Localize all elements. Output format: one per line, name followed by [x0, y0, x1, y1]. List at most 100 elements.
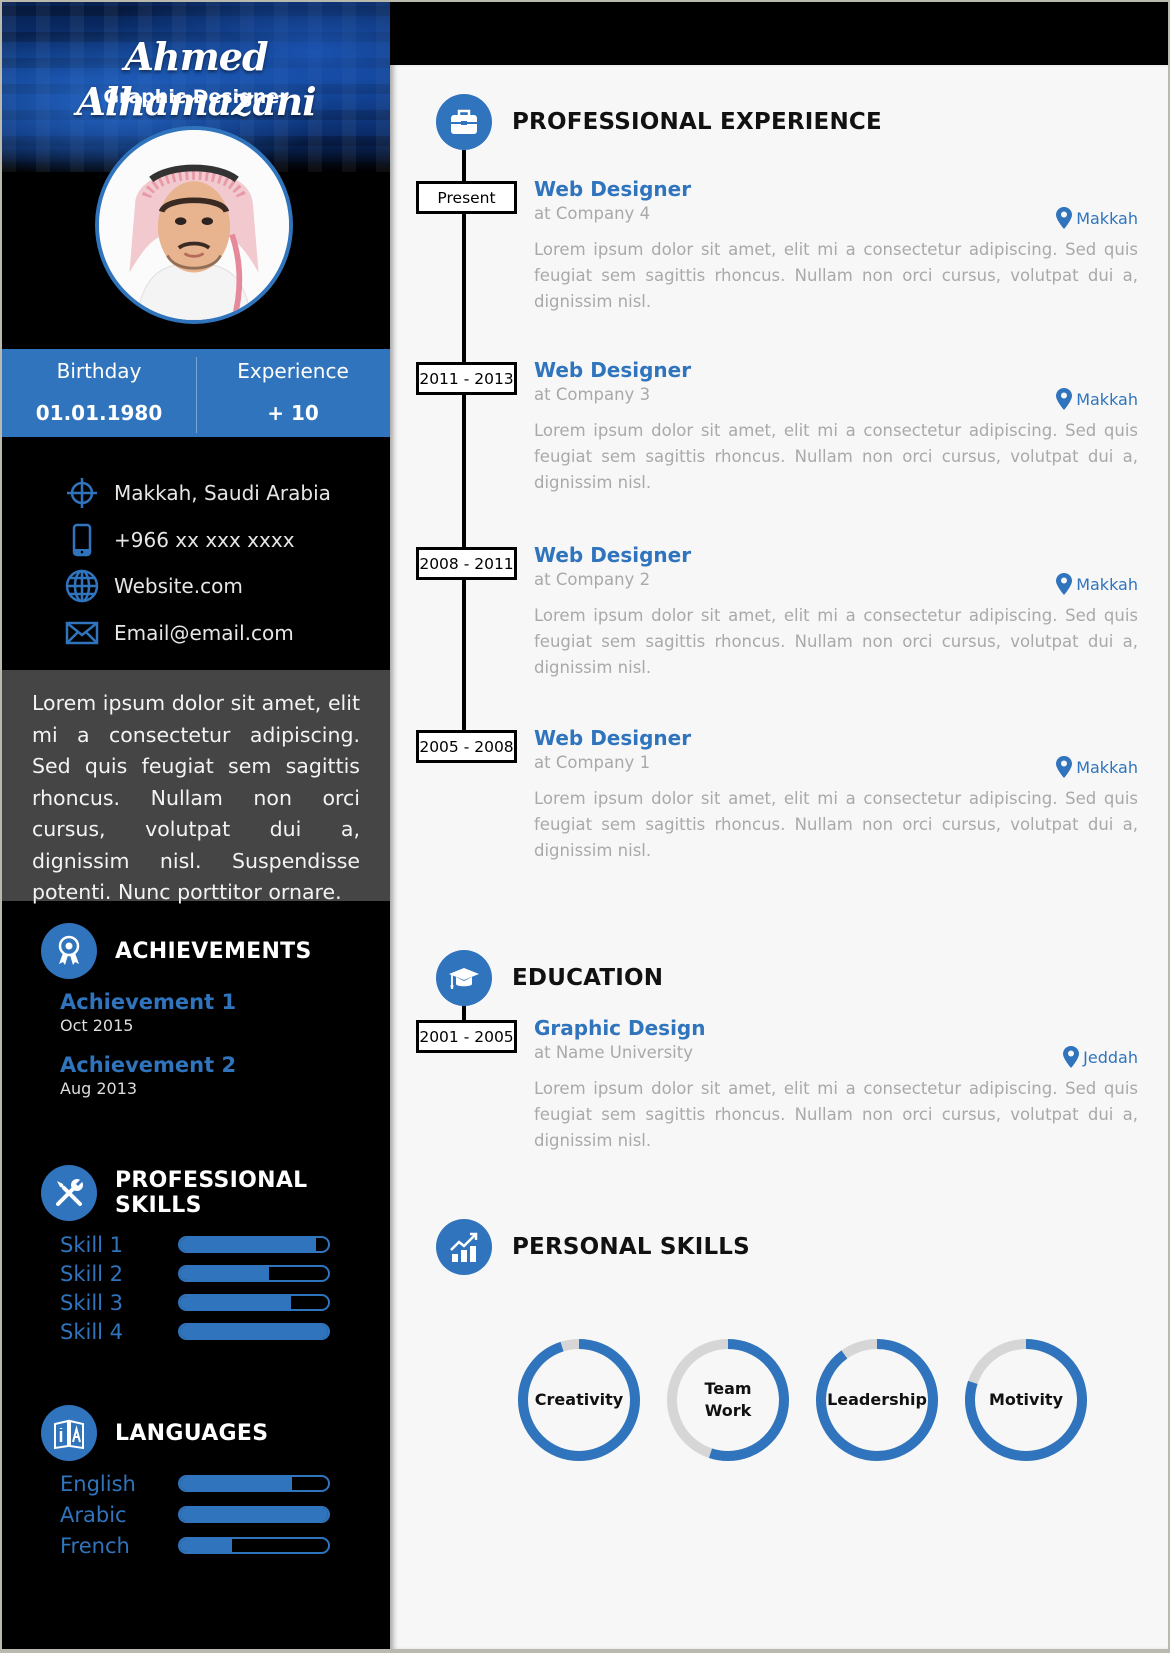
experience-timeline-line: [462, 150, 466, 750]
achievement-item: Achievement 2 Aug 2013: [60, 1053, 236, 1098]
entry-description: Lorem ipsum dolor sit amet, elit mi a co…: [534, 1079, 1138, 1150]
award-ribbon-icon: [41, 923, 97, 979]
map-pin-icon: [1056, 573, 1073, 595]
contact-email[interactable]: Email@email.com: [62, 610, 382, 657]
sidebar: Ahmed Alhamazani Graphic Designer Birthd…: [2, 2, 390, 1649]
translate-book-icon: [41, 1405, 97, 1461]
skill-bar-fill: [180, 1238, 317, 1251]
language-row: French: [60, 1530, 330, 1561]
location-text: Makkah: [1076, 208, 1138, 228]
growth-chart-icon: [436, 1219, 492, 1275]
stat-value: 01.01.1980: [35, 401, 163, 425]
entry-description: Lorem ipsum dolor sit amet, elit mi a co…: [534, 240, 1138, 311]
location-text: Makkah: [1076, 389, 1138, 409]
entry-location: Makkah: [1056, 388, 1138, 410]
experience-entry: Web Designer at Company 3 Makkah Lorem i…: [534, 358, 1138, 496]
contact-location: Makkah, Saudi Arabia: [62, 470, 382, 517]
skill-label: Skill 4: [60, 1319, 124, 1344]
entry-location: Makkah: [1056, 756, 1138, 778]
stat-birthday: Birthday 01.01.1980: [2, 349, 196, 437]
contact-text[interactable]: Email@email.com: [114, 621, 294, 645]
skill-row: Skill 3: [60, 1288, 330, 1317]
section-title: PERSONAL SKILLS: [512, 1234, 750, 1260]
contact-text[interactable]: Website.com: [114, 574, 243, 598]
location-text: Makkah: [1076, 574, 1138, 594]
section-title: PROFESSIONAL SKILLS: [115, 1168, 308, 1218]
skill-bar: [178, 1323, 330, 1340]
entry-location: Jeddah: [1063, 1046, 1138, 1068]
experience-entry: Web Designer at Company 1 Makkah Lorem i…: [534, 726, 1138, 864]
experience-heading: PROFESSIONAL EXPERIENCE: [436, 94, 882, 150]
location-crosshair-icon: [62, 475, 102, 511]
period-badge: 2008 - 2011: [416, 547, 517, 580]
language-label: French: [60, 1533, 130, 1558]
period-badge: 2001 - 2005: [416, 1020, 517, 1053]
skill-row: Skill 1: [60, 1230, 330, 1259]
language-bar: [178, 1506, 330, 1523]
period-badge: Present: [416, 181, 517, 214]
skill-row: Skill 2: [60, 1259, 330, 1288]
map-pin-icon: [1056, 388, 1073, 410]
skill-bar: [178, 1265, 330, 1282]
experience-entry: Web Designer at Company 2 Makkah Lorem i…: [534, 543, 1138, 681]
stat-label: Birthday: [56, 359, 142, 383]
donut-label: Creativity: [534, 1390, 624, 1409]
entry-description: Lorem ipsum dolor sit amet, elit mi a co…: [534, 606, 1138, 677]
map-pin-icon: [1063, 1046, 1080, 1068]
entry-organization: at Company 4: [534, 204, 651, 223]
professional-skills-heading: PROFESSIONAL SKILLS: [41, 1165, 390, 1221]
contact-text: Makkah, Saudi Arabia: [114, 481, 331, 506]
location-text: Makkah: [1076, 757, 1138, 777]
donut-label: Motivity: [988, 1390, 1064, 1409]
personal-skill-list: Creativity Team Work Leadership Motivity: [514, 1335, 1110, 1465]
skill-donut: Leadership: [812, 1335, 942, 1465]
section-title: ACHIEVEMENTS: [115, 938, 312, 964]
language-label: English: [60, 1471, 136, 1496]
stat-label: Experience: [237, 359, 349, 383]
entry-role: Graphic Design: [534, 1016, 706, 1040]
skill-bar-fill: [180, 1267, 269, 1280]
entry-description: Lorem ipsum dolor sit amet, elit mi a co…: [534, 421, 1138, 492]
skill-label: Skill 3: [60, 1290, 124, 1315]
education-entry: Graphic Design at Name University Jeddah…: [534, 1016, 1138, 1154]
entry-organization: at Company 1: [534, 753, 651, 772]
contact-website[interactable]: Website.com: [62, 563, 382, 610]
map-pin-icon: [1056, 207, 1073, 229]
skill-donut: Creativity: [514, 1335, 644, 1465]
skill-bar: [178, 1236, 330, 1253]
skill-row: Skill 4: [60, 1317, 330, 1346]
contact-phone: +966 xx xxx xxxx: [62, 517, 382, 564]
language-bar: [178, 1537, 330, 1554]
globe-icon: [62, 568, 102, 604]
tools-icon: [41, 1165, 97, 1221]
achievement-date: Oct 2015: [60, 1016, 134, 1035]
achievements-heading: ACHIEVEMENTS: [41, 923, 312, 979]
achievement-item: Achievement 1 Oct 2015: [60, 990, 236, 1035]
profile-summary: Lorem ipsum dolor sit amet, elit mi a co…: [2, 670, 390, 904]
map-pin-icon: [1056, 756, 1073, 778]
education-heading: EDUCATION: [436, 950, 663, 1006]
section-title: EDUCATION: [512, 965, 664, 991]
language-list: English Arabic French: [60, 1468, 330, 1561]
stats-bar: Birthday 01.01.1980 Experience + 10: [2, 349, 390, 437]
achievement-title: Achievement 2: [60, 1053, 237, 1077]
entry-description: Lorem ipsum dolor sit amet, elit mi a co…: [534, 789, 1138, 860]
entry-organization: at Company 2: [534, 570, 651, 589]
skill-donut: Motivity: [961, 1335, 1091, 1465]
location-text: Jeddah: [1083, 1047, 1138, 1067]
phone-icon: [62, 522, 102, 558]
achievement-list: Achievement 1 Oct 2015 Achievement 2 Aug…: [60, 990, 236, 1116]
main-content: PROFESSIONAL EXPERIENCE Present Web Desi…: [390, 65, 1168, 1649]
donut-label: Team Work: [704, 1379, 752, 1420]
entry-location: Makkah: [1056, 573, 1138, 595]
skill-label: Skill 1: [60, 1232, 124, 1257]
language-bar: [178, 1475, 330, 1492]
period-badge: 2011 - 2013: [416, 362, 517, 395]
language-bar-fill: [180, 1477, 293, 1490]
language-bar-fill: [180, 1539, 232, 1552]
contact-text: +966 xx xxx xxxx: [114, 527, 295, 552]
skill-bar-fill: [180, 1325, 328, 1338]
language-row: English: [60, 1468, 330, 1499]
languages-heading: LANGUAGES: [41, 1405, 268, 1461]
contact-list: Makkah, Saudi Arabia +966 xx xxx xxxx We…: [62, 470, 382, 656]
